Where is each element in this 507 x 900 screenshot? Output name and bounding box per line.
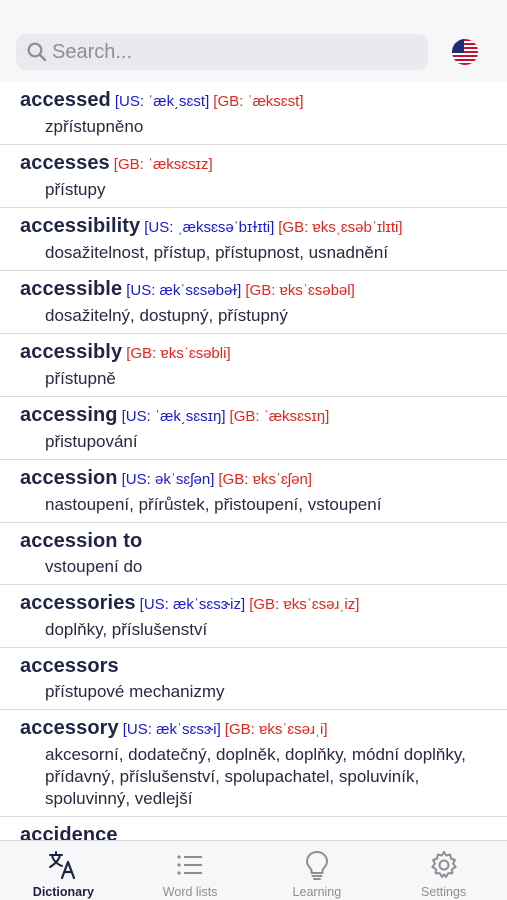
tab-settings[interactable]: Settings: [380, 841, 507, 900]
tab-label: Word lists: [162, 885, 218, 899]
headword: accession to: [20, 530, 143, 552]
list-item[interactable]: accession to vstoupení do: [0, 523, 507, 585]
headword: accessibility: [20, 215, 141, 237]
us-pronunciation: [US: əkˈsɛʃən]: [121, 471, 215, 488]
gb-pronunciation: [GB: ɐksˌɛsəbˈɪlɪti]: [278, 219, 403, 236]
dictionary-translate-icon: [49, 851, 76, 880]
headword: accessible: [20, 278, 123, 300]
list-item[interactable]: accessibility [US: ˌæksɛsəˈbɪɫɪti] [GB: ɐk…: [0, 208, 507, 271]
lightbulb-icon: [305, 851, 328, 880]
translation: nastoupení, přírůstek, přistoupení, vsto…: [45, 495, 382, 514]
headword: accession: [20, 467, 118, 489]
search-icon: [27, 42, 47, 62]
list-item[interactable]: accidence: [0, 817, 507, 840]
headword: accessing: [20, 404, 118, 426]
entry-headline: accesses [GB: ˈæksɛsɪz]: [20, 151, 507, 177]
entry-headline: accessed [US: ˈæk͵sɛst] [GB: ˈæksɛst]: [20, 88, 507, 114]
list-item[interactable]: accessors přístupové mechanizmy: [0, 648, 507, 710]
entry-headline: accessories [US: ækˈsɛsɝiz] [GB: ɐksˈɛsəɹˌ…: [20, 591, 507, 617]
entry-headline: accessors: [20, 654, 507, 679]
entry-headline: accessory [US: ækˈsɛsɝi] [GB: ɐksˈɛsəɹˌi]: [20, 716, 507, 742]
gb-pronunciation: [GB: ˈæksɛst]: [213, 93, 304, 110]
tab-label: Dictionary: [32, 885, 94, 899]
entry-headline: accessing [US: ˈæk͵sɛsɪŋ] [GB: ˈæksɛsɪŋ]: [20, 403, 507, 429]
gb-pronunciation: [GB: ɐksˈɛsəɹˌi]: [224, 721, 328, 738]
headword: accessibly: [20, 341, 123, 363]
header: [0, 0, 507, 82]
entry-headline: accessible [US: ækˈsɛsəbəɫ] [GB: ɐksˈɛsəbə…: [20, 277, 507, 303]
list-item[interactable]: accessed [US: ˈæk͵sɛst] [GB: ˈæksɛst] zpřís…: [0, 82, 507, 145]
list-item[interactable]: accessory [US: ækˈsɛsɝi] [GB: ɐksˈɛsəɹˌi] a…: [0, 710, 507, 817]
us-pronunciation: [US: ækˈsɛsɝi]: [122, 721, 221, 738]
tab-word-lists[interactable]: Word lists: [127, 841, 254, 900]
list-icon: [177, 855, 203, 875]
gb-pronunciation: [GB: ˈæksɛsɪŋ]: [229, 408, 330, 425]
us-pronunciation: [US: ˌæksɛsəˈbɪɫɪti]: [144, 219, 275, 236]
headword: accessory: [20, 717, 119, 739]
us-pronunciation: [US: ækˈsɛsəbəɫ]: [126, 282, 242, 299]
search-input[interactable]: [52, 34, 422, 70]
entry-headline: accessibly [GB: ɐksˈɛsəbli]: [20, 340, 507, 366]
gb-pronunciation: [GB: ɐksˈɛsəɹˌiz]: [249, 596, 360, 613]
translation: přistupování: [45, 432, 138, 451]
us-pronunciation: [US: ˈæk͵sɛst]: [114, 93, 210, 110]
headword: accessed: [20, 89, 111, 111]
translation: akcesorní, dodatečný, doplněk, doplňky, …: [45, 745, 466, 808]
gb-pronunciation: [GB: ɐksˈɛʃən]: [218, 471, 312, 488]
list-item[interactable]: accesses [GB: ˈæksɛsɪz] přístupy: [0, 145, 507, 208]
list-item[interactable]: accessible [US: ækˈsɛsəbəɫ] [GB: ɐksˈɛsəbə…: [0, 271, 507, 334]
list-item[interactable]: accession [US: əkˈsɛʃən] [GB: ɐksˈɛʃən] nas…: [0, 460, 507, 523]
gb-pronunciation: [GB: ɐksˈɛsəbli]: [126, 345, 231, 362]
tab-label: Settings: [421, 885, 467, 899]
headword: accidence: [20, 824, 118, 840]
tab-dictionary[interactable]: Dictionary: [0, 841, 127, 900]
results-list[interactable]: accessed [US: ˈæk͵sɛst] [GB: ˈæksɛst] zpřís…: [0, 82, 507, 840]
us-pronunciation: [US: ækˈsɛsɝiz]: [139, 596, 246, 613]
tab-bar: Dictionary Word lists Learning Settings: [0, 840, 507, 900]
list-item[interactable]: accessing [US: ˈæk͵sɛsɪŋ] [GB: ˈæksɛsɪŋ] př…: [0, 397, 507, 460]
list-item[interactable]: accessibly [GB: ɐksˈɛsəbli] přístupně: [0, 334, 507, 397]
translation: přístupy: [45, 180, 106, 199]
translation: přístupové mechanizmy: [45, 682, 225, 701]
tab-learning[interactable]: Learning: [254, 841, 381, 900]
translation: přístupně: [45, 369, 116, 388]
us-pronunciation: [US: ˈæk͵sɛsɪŋ]: [121, 408, 226, 425]
translation: vstoupení do: [45, 557, 143, 576]
gb-pronunciation: [GB: ˈæksɛsɪz]: [113, 156, 213, 173]
translation: dosažitelnost, přístup, přístupnost, usn…: [45, 243, 389, 262]
headword: accessors: [20, 655, 119, 677]
gear-icon: [430, 851, 457, 878]
us-flag-icon[interactable]: [452, 39, 478, 65]
translation: zpřístupněno: [45, 117, 144, 136]
entry-headline: accession [US: əkˈsɛʃən] [GB: ɐksˈɛʃən]: [20, 466, 507, 492]
entry-headline: accidence: [20, 823, 507, 840]
headword: accesses: [20, 152, 110, 174]
headword: accessories: [20, 592, 136, 614]
list-item[interactable]: accessories [US: ækˈsɛsɝiz] [GB: ɐksˈɛsəɹˌ…: [0, 585, 507, 648]
gb-pronunciation: [GB: ɐksˈɛsəbəl]: [245, 282, 355, 299]
translation: dosažitelný, dostupný, přístupný: [45, 306, 288, 325]
tab-label: Learning: [292, 885, 342, 899]
translation: doplňky, příslušenství: [45, 620, 208, 639]
entry-headline: accessibility [US: ˌæksɛsəˈbɪɫɪti] [GB: ɐk…: [20, 214, 507, 240]
entry-headline: accession to: [20, 529, 507, 554]
search-bar[interactable]: [16, 34, 428, 70]
